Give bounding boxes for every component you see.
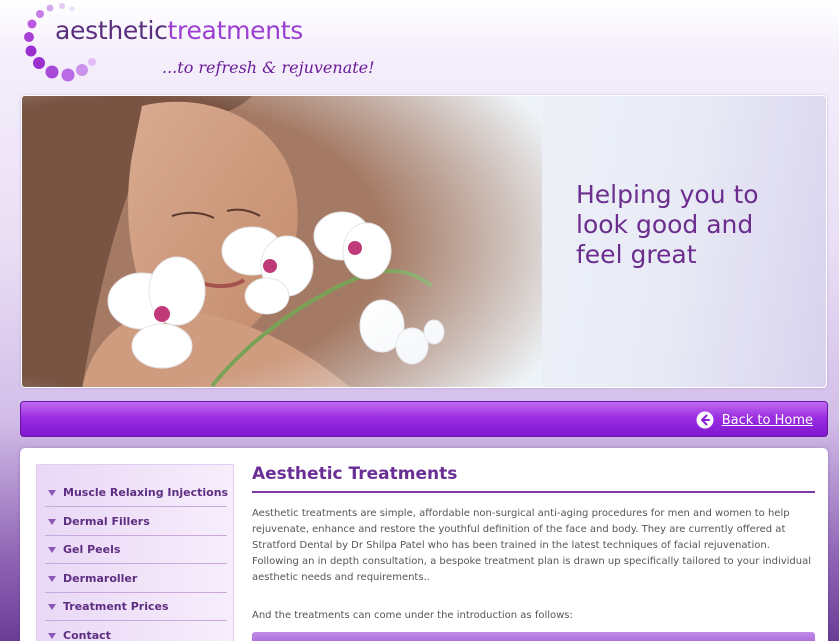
brand-name: aesthetictreatments [55, 16, 303, 45]
back-to-home-label[interactable]: Back to Home [722, 413, 813, 428]
arrow-left-circle-icon [696, 411, 714, 429]
sidebar-item-label[interactable]: Treatment Prices [63, 600, 169, 613]
sidebar-item-dermaroller[interactable]: Dermaroller [45, 565, 227, 593]
sidebar-item-muscle-relaxing-injections[interactable]: Muscle Relaxing Injections [45, 479, 228, 507]
triangle-down-icon [48, 603, 56, 610]
hero-headline: Helping you to look good and feel great [576, 180, 759, 269]
triangle-down-icon [48, 518, 56, 525]
sidebar-item-label[interactable]: Dermaroller [63, 572, 137, 585]
sidebar-menu: Muscle Relaxing Injections Dermal Filler… [36, 464, 234, 641]
brand-part-2: treatments [167, 16, 304, 45]
hero-banner: Helping you to look good and feel great [21, 95, 827, 388]
triangle-down-icon [48, 575, 56, 582]
sidebar-item-dermal-fillers[interactable]: Dermal Fillers [45, 508, 227, 536]
back-to-home-link[interactable]: Back to Home [696, 410, 813, 430]
sidebar-item-label[interactable]: Dermal Fillers [63, 515, 150, 528]
brand-part-1: aesthetic [55, 16, 168, 45]
sidebar-item-gel-peels[interactable]: Gel Peels [45, 536, 227, 564]
navigation-bar: Back to Home [20, 401, 828, 437]
content-panel: Muscle Relaxing Injections Dermal Filler… [20, 448, 828, 641]
site-logo[interactable]: aesthetictreatments ...to refresh & reju… [22, 0, 402, 92]
main-content: Aesthetic Treatments Aesthetic treatment… [252, 464, 815, 641]
body-paragraph: Aesthetic treatments are simple, afforda… [252, 508, 812, 583]
sidebar-item-label[interactable]: Contact [63, 629, 111, 641]
sidebar-item-contact[interactable]: Contact [45, 622, 227, 641]
section-header-bar [252, 632, 815, 641]
sidebar-item-label[interactable]: Muscle Relaxing Injections [63, 486, 228, 499]
intro-paragraph: And the treatments can come under the in… [252, 610, 573, 621]
triangle-down-icon [48, 489, 56, 496]
triangle-down-icon [48, 546, 56, 553]
hero-image [22, 96, 542, 387]
tagline: ...to refresh & rejuvenate! [162, 58, 375, 77]
triangle-down-icon [48, 632, 56, 639]
sidebar-item-label[interactable]: Gel Peels [63, 543, 120, 556]
page-title: Aesthetic Treatments [252, 464, 815, 493]
sidebar-item-treatment-prices[interactable]: Treatment Prices [45, 593, 227, 621]
